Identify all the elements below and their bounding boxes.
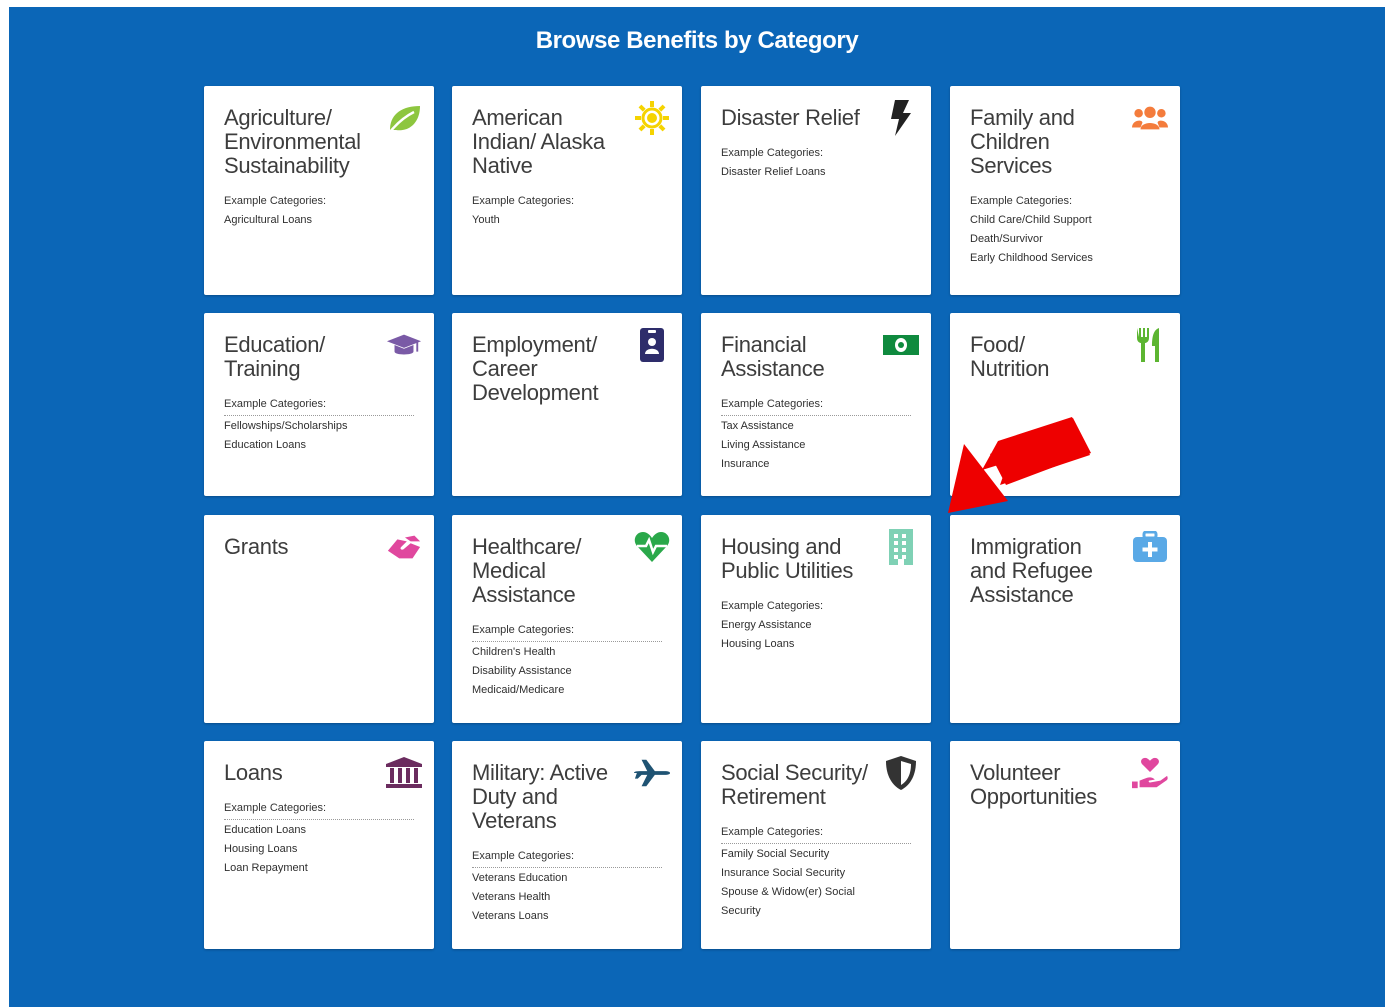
- red-arrow-annotation: [948, 417, 1091, 513]
